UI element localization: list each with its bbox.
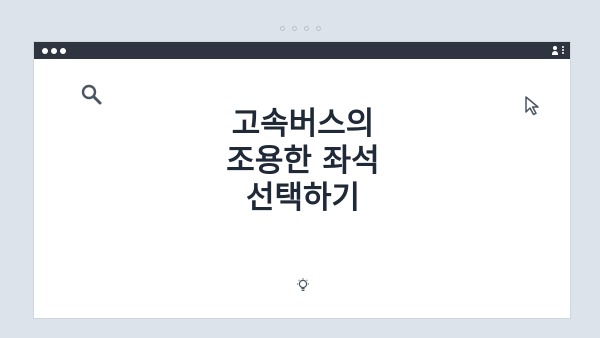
window-titlebar (34, 42, 570, 59)
window-control-dot[interactable] (60, 48, 66, 54)
page-title: 고속버스의 조용한 좌석 선택하기 (124, 106, 482, 217)
window-control-dot[interactable] (42, 48, 48, 54)
cursor-arrow-icon (523, 95, 545, 121)
page-indicator-dot[interactable] (279, 26, 285, 31)
search-icon[interactable] (79, 82, 105, 112)
titlebar-actions (551, 45, 564, 55)
user-icon[interactable] (551, 45, 559, 55)
browser-window: 고속버스의 조용한 좌석 선택하기 (33, 41, 571, 319)
page-indicator-dot[interactable] (291, 26, 297, 31)
title-line: 선택하기 (245, 180, 361, 216)
lightbulb-icon (296, 278, 310, 298)
title-line: 고속버스의 (231, 106, 375, 142)
kebab-menu-icon[interactable] (562, 46, 564, 54)
title-line: 조용한 좌석 (226, 143, 380, 179)
page-indicator-dot[interactable] (303, 26, 309, 31)
window-controls (42, 48, 66, 54)
window-control-dot[interactable] (51, 48, 57, 54)
page-indicator-dot[interactable] (315, 26, 321, 31)
page-indicator (0, 26, 600, 31)
